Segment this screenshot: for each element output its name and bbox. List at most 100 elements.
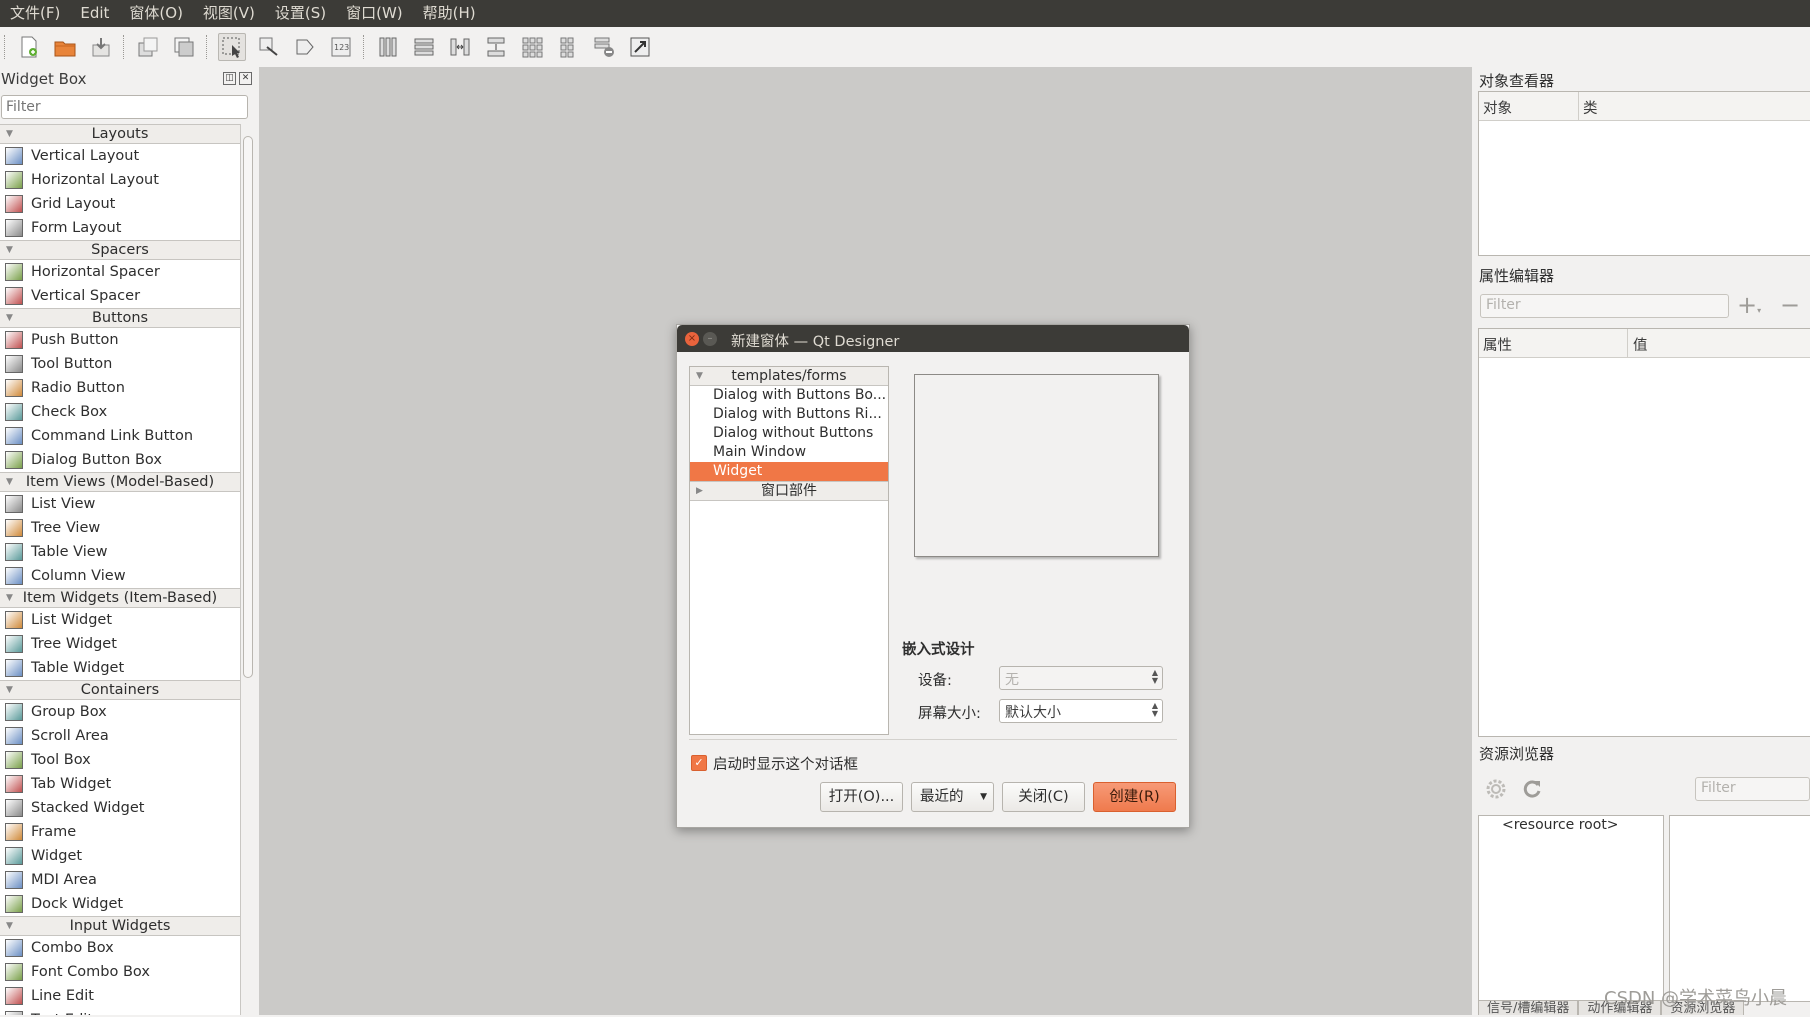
widget-item[interactable]: Tree Widget <box>0 632 240 656</box>
widget-item[interactable]: Form Layout <box>0 216 240 240</box>
horizontal-splitter-icon[interactable] <box>447 34 473 60</box>
widget-item[interactable]: Vertical Layout <box>0 144 240 168</box>
widget-item[interactable]: Push Button <box>0 328 240 352</box>
widget-item[interactable]: Dialog Button Box <box>0 448 240 472</box>
adjust-size-icon[interactable] <box>627 34 653 60</box>
widget-category[interactable]: ▼ Item Widgets (Item-Based) <box>0 588 240 608</box>
column-object[interactable]: 对象 <box>1483 97 1512 118</box>
menu-window[interactable]: 窗口(W) <box>336 0 413 27</box>
widget-category[interactable]: ▼ Input Widgets <box>0 916 240 936</box>
widget-category[interactable]: ▼ Layouts <box>0 124 240 144</box>
save-form-icon[interactable] <box>88 34 114 60</box>
edit-widgets-icon[interactable] <box>218 33 246 61</box>
widget-item[interactable]: Table Widget <box>0 656 240 680</box>
widget-category[interactable]: ▼ Buttons <box>0 308 240 328</box>
template-item[interactable]: Dialog without Buttons <box>690 424 888 443</box>
template-item-selected[interactable]: Widget <box>690 462 888 481</box>
resource-root-item[interactable]: <resource root> <box>1502 817 1619 833</box>
resource-filter-input[interactable]: Filter <box>1695 777 1810 801</box>
template-item[interactable]: Dialog with Buttons Ri... <box>690 405 888 424</box>
widget-item[interactable]: Frame <box>0 820 240 844</box>
menu-view[interactable]: 视图(V) <box>193 0 265 27</box>
float-icon[interactable]: ◫ <box>223 72 236 85</box>
widget-item[interactable]: MDI Area <box>0 868 240 892</box>
lay-out-horizontally-icon[interactable] <box>375 34 401 60</box>
widget-item[interactable]: Column View <box>0 564 240 588</box>
widget-item[interactable]: Command Link Button <box>0 424 240 448</box>
widget-box-filter-input[interactable] <box>1 95 248 119</box>
menu-file[interactable]: 文件(F) <box>0 0 70 27</box>
add-property-icon[interactable]: +▾ <box>1737 292 1767 318</box>
property-filter-input[interactable]: Filter <box>1480 294 1729 318</box>
form-layout-icon[interactable] <box>555 34 581 60</box>
widget-item[interactable]: Grid Layout <box>0 192 240 216</box>
widget-item[interactable]: Stacked Widget <box>0 796 240 820</box>
widget-item[interactable]: Group Box <box>0 700 240 724</box>
vertical-splitter-icon[interactable] <box>483 34 509 60</box>
close-button[interactable]: 关闭(C) <box>1002 782 1085 812</box>
tree-category-widgets[interactable]: ▶ 窗口部件 <box>690 481 888 501</box>
column-value[interactable]: 值 <box>1633 334 1648 355</box>
gear-icon[interactable] <box>1484 777 1508 801</box>
template-item[interactable]: Dialog with Buttons Bo... <box>690 386 888 405</box>
widget-item[interactable]: Scroll Area <box>0 724 240 748</box>
tab-signal-slot-editor[interactable]: 信号/槽编辑器 <box>1478 1000 1579 1016</box>
widget-item[interactable]: Tool Box <box>0 748 240 772</box>
reload-icon[interactable] <box>1520 777 1544 801</box>
widget-item[interactable]: Tree View <box>0 516 240 540</box>
menu-help[interactable]: 帮助(H) <box>413 0 486 27</box>
new-form-icon[interactable] <box>16 34 42 60</box>
widget-category[interactable]: ▼ Item Views (Model-Based) <box>0 472 240 492</box>
remove-property-icon[interactable]: − <box>1780 292 1804 318</box>
column-property[interactable]: 属性 <box>1483 334 1512 355</box>
widget-item[interactable]: Widget <box>0 844 240 868</box>
menu-edit[interactable]: Edit <box>70 0 119 27</box>
widget-box-title: Widget Box <box>1 70 87 88</box>
widget-item[interactable]: Table View <box>0 540 240 564</box>
widget-item[interactable]: Radio Button <box>0 376 240 400</box>
widget-item-label: Tool Box <box>31 752 91 768</box>
widget-item-label: Tool Button <box>31 356 113 372</box>
widget-category[interactable]: ▼ Spacers <box>0 240 240 260</box>
create-button[interactable]: 创建(R) <box>1093 782 1176 812</box>
menu-settings[interactable]: 设置(S) <box>265 0 336 27</box>
widget-item[interactable]: Text Edit <box>0 1008 240 1015</box>
menu-form[interactable]: 窗体(O) <box>119 0 193 27</box>
widget-category-label: Buttons <box>91 310 149 326</box>
widget-item[interactable]: Combo Box <box>0 936 240 960</box>
grid-layout-icon[interactable] <box>519 34 545 60</box>
widget-category[interactable]: ▼ Containers <box>0 680 240 700</box>
widget-item[interactable]: Vertical Spacer <box>0 284 240 308</box>
scrollbar-thumb[interactable] <box>243 136 253 678</box>
open-button[interactable]: 打开(O)... <box>820 782 903 812</box>
widget-item[interactable]: Dock Widget <box>0 892 240 916</box>
column-class[interactable]: 类 <box>1583 97 1598 118</box>
recent-button[interactable]: 最近的 ▼ <box>911 782 994 812</box>
close-icon[interactable]: ✕ <box>239 72 252 85</box>
edit-buddies-icon[interactable] <box>292 34 318 60</box>
widget-item[interactable]: Check Box <box>0 400 240 424</box>
widget-item[interactable]: Tab Widget <box>0 772 240 796</box>
widget-item[interactable]: Horizontal Layout <box>0 168 240 192</box>
widget-item[interactable]: Horizontal Spacer <box>0 260 240 284</box>
tree-category-templates[interactable]: ▼ templates/forms <box>690 367 888 386</box>
widget-box-scrollbar[interactable] <box>241 124 254 1015</box>
widget-item[interactable]: List View <box>0 492 240 516</box>
copy-icon[interactable] <box>171 34 197 60</box>
screen-size-combo[interactable]: 默认大小 ▲ ▼ <box>999 699 1163 723</box>
open-form-icon[interactable] <box>52 34 78 60</box>
widget-item[interactable]: Tool Button <box>0 352 240 376</box>
minimize-icon[interactable]: – <box>703 332 717 346</box>
template-item[interactable]: Main Window <box>690 443 888 462</box>
show-on-start-checkbox[interactable]: ✓ <box>691 755 707 771</box>
edit-signals-icon[interactable] <box>256 34 282 60</box>
widget-item[interactable]: Font Combo Box <box>0 960 240 984</box>
edit-tab-order-icon[interactable]: 123 <box>328 34 354 60</box>
break-layout-icon[interactable] <box>591 34 617 60</box>
show-on-start-label[interactable]: 启动时显示这个对话框 <box>713 753 858 774</box>
lay-out-vertically-icon[interactable] <box>411 34 437 60</box>
widget-item[interactable]: Line Edit <box>0 984 240 1008</box>
widget-item[interactable]: List Widget <box>0 608 240 632</box>
close-icon[interactable]: × <box>685 332 699 346</box>
cut-icon[interactable] <box>135 34 161 60</box>
